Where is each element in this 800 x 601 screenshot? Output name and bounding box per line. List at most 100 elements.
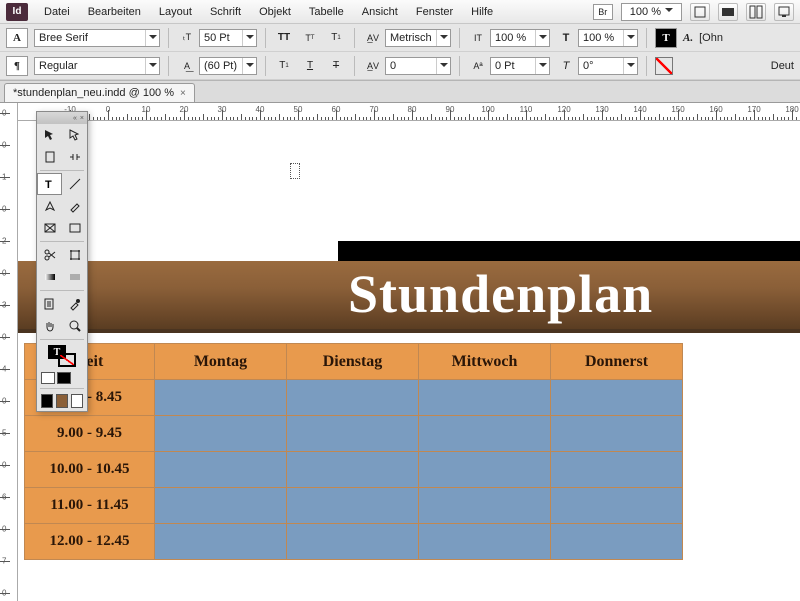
header-cell[interactable]: Montag xyxy=(155,344,287,380)
font-family-input[interactable] xyxy=(35,30,145,46)
panel-header[interactable]: «× xyxy=(37,112,87,124)
menu-datei[interactable]: Datei xyxy=(36,4,78,20)
close-icon[interactable]: × xyxy=(80,115,84,122)
pen-tool[interactable] xyxy=(37,195,62,217)
gradient-feather-tool[interactable] xyxy=(62,266,87,288)
screen-mode-button[interactable] xyxy=(774,3,794,21)
menu-tabelle[interactable]: Tabelle xyxy=(301,4,352,20)
apply-color-icon[interactable] xyxy=(41,394,53,408)
time-cell[interactable]: 10.00 - 10.45 xyxy=(25,452,155,488)
type-tool[interactable]: T xyxy=(37,173,62,195)
schedule-cell[interactable] xyxy=(155,488,287,524)
baseline-combo[interactable] xyxy=(490,57,550,75)
note-tool[interactable] xyxy=(37,293,62,315)
fill-stroke-swatch[interactable]: T xyxy=(37,342,87,370)
fill-none-icon[interactable] xyxy=(655,57,673,75)
apply-gradient-icon[interactable] xyxy=(56,394,68,408)
underline-button[interactable]: T xyxy=(300,57,320,75)
schedule-cell[interactable] xyxy=(419,524,551,560)
schedule-cell[interactable] xyxy=(287,488,419,524)
small-caps-button[interactable]: TT xyxy=(300,29,320,47)
subscript-button[interactable]: T1 xyxy=(274,57,294,75)
menu-ansicht[interactable]: Ansicht xyxy=(354,4,406,20)
schedule-cell[interactable] xyxy=(287,524,419,560)
schedule-cell[interactable] xyxy=(155,524,287,560)
schedule-cell[interactable] xyxy=(551,416,683,452)
kerning-combo[interactable] xyxy=(385,29,451,47)
header-cell[interactable]: Dienstag xyxy=(287,344,419,380)
menu-objekt[interactable]: Objekt xyxy=(251,4,299,20)
menu-schrift[interactable]: Schrift xyxy=(202,4,249,20)
schedule-cell[interactable] xyxy=(551,488,683,524)
header-cell[interactable]: Mittwoch xyxy=(419,344,551,380)
zoom-tool[interactable] xyxy=(62,315,87,337)
leading-combo[interactable] xyxy=(199,57,257,75)
schedule-cell[interactable] xyxy=(155,380,287,416)
schedule-cell[interactable] xyxy=(287,416,419,452)
menu-layout[interactable]: Layout xyxy=(151,4,200,20)
pencil-tool[interactable] xyxy=(62,195,87,217)
view-mode-button-1[interactable] xyxy=(690,3,710,21)
schedule-cell[interactable] xyxy=(155,452,287,488)
font-style-combo[interactable] xyxy=(34,57,160,75)
schedule-cell[interactable] xyxy=(419,488,551,524)
menu-bearbeiten[interactable]: Bearbeiten xyxy=(80,4,149,20)
view-mode-button-2[interactable] xyxy=(718,3,738,21)
time-cell[interactable]: 9.00 - 9.45 xyxy=(25,416,155,452)
gap-tool[interactable] xyxy=(62,146,87,168)
strikethrough-button[interactable]: T xyxy=(326,57,346,75)
schedule-cell[interactable] xyxy=(287,380,419,416)
schedule-cell[interactable] xyxy=(419,380,551,416)
font-family-combo[interactable] xyxy=(34,29,160,47)
vscale-combo[interactable] xyxy=(490,29,550,47)
schedule-cell[interactable] xyxy=(551,524,683,560)
document-tab[interactable]: *stundenplan_neu.indd @ 100 % × xyxy=(4,83,195,102)
char-fill-icon[interactable]: T xyxy=(655,28,677,48)
line-tool[interactable] xyxy=(62,173,87,195)
char-style-icon[interactable]: A. xyxy=(683,32,693,44)
rectangle-frame-tool[interactable] xyxy=(37,217,62,239)
free-transform-tool[interactable] xyxy=(62,244,87,266)
time-cell[interactable]: 12.00 - 12.45 xyxy=(25,524,155,560)
apply-none-icon[interactable] xyxy=(71,394,83,408)
schedule-table[interactable]: ZeitMontagDienstagMittwochDonnerst8.00 -… xyxy=(24,343,800,560)
schedule-cell[interactable] xyxy=(419,416,551,452)
close-icon[interactable]: × xyxy=(180,88,186,99)
schedule-cell[interactable] xyxy=(551,380,683,416)
swap-swatch-icon[interactable] xyxy=(57,372,71,384)
schedule-cell[interactable] xyxy=(419,452,551,488)
superscript-button[interactable]: T1 xyxy=(326,29,346,47)
header-cell[interactable]: Donnerst xyxy=(551,344,683,380)
menu-hilfe[interactable]: Hilfe xyxy=(463,4,501,20)
chevron-down-icon[interactable] xyxy=(145,30,159,46)
eyedropper-tool[interactable] xyxy=(62,293,87,315)
text-stroke-icon[interactable] xyxy=(58,353,76,367)
character-mode-icon[interactable]: A xyxy=(6,28,28,48)
tracking-combo[interactable] xyxy=(385,57,451,75)
bridge-icon[interactable]: Br xyxy=(593,4,613,20)
paragraph-style-label[interactable]: [Ohn xyxy=(699,32,723,44)
time-cell[interactable]: 11.00 - 11.45 xyxy=(25,488,155,524)
document-title[interactable]: Stundenplan xyxy=(348,263,653,325)
page-tool[interactable] xyxy=(37,146,62,168)
font-size-combo[interactable] xyxy=(199,29,257,47)
collapse-icon[interactable]: « xyxy=(73,115,77,122)
hand-tool[interactable] xyxy=(37,315,62,337)
schedule-cell[interactable] xyxy=(287,452,419,488)
scissors-tool[interactable] xyxy=(37,244,62,266)
menu-fenster[interactable]: Fenster xyxy=(408,4,461,20)
language-label[interactable]: Deut xyxy=(771,60,794,72)
tools-panel[interactable]: «× T T xyxy=(36,111,88,412)
canvas[interactable]: Stundenplan ZeitMontagDienstagMittwochDo… xyxy=(18,121,800,601)
skew-combo[interactable] xyxy=(578,57,638,75)
arrange-button[interactable] xyxy=(746,3,766,21)
paragraph-mode-icon[interactable]: ¶ xyxy=(6,56,28,76)
rectangle-tool[interactable] xyxy=(62,217,87,239)
direct-selection-tool[interactable] xyxy=(62,124,87,146)
hscale-combo[interactable] xyxy=(578,29,638,47)
schedule-cell[interactable] xyxy=(155,416,287,452)
schedule-cell[interactable] xyxy=(551,452,683,488)
zoom-level[interactable]: 100 % xyxy=(621,3,682,21)
all-caps-button[interactable]: TT xyxy=(274,29,294,47)
selection-tool[interactable] xyxy=(37,124,62,146)
